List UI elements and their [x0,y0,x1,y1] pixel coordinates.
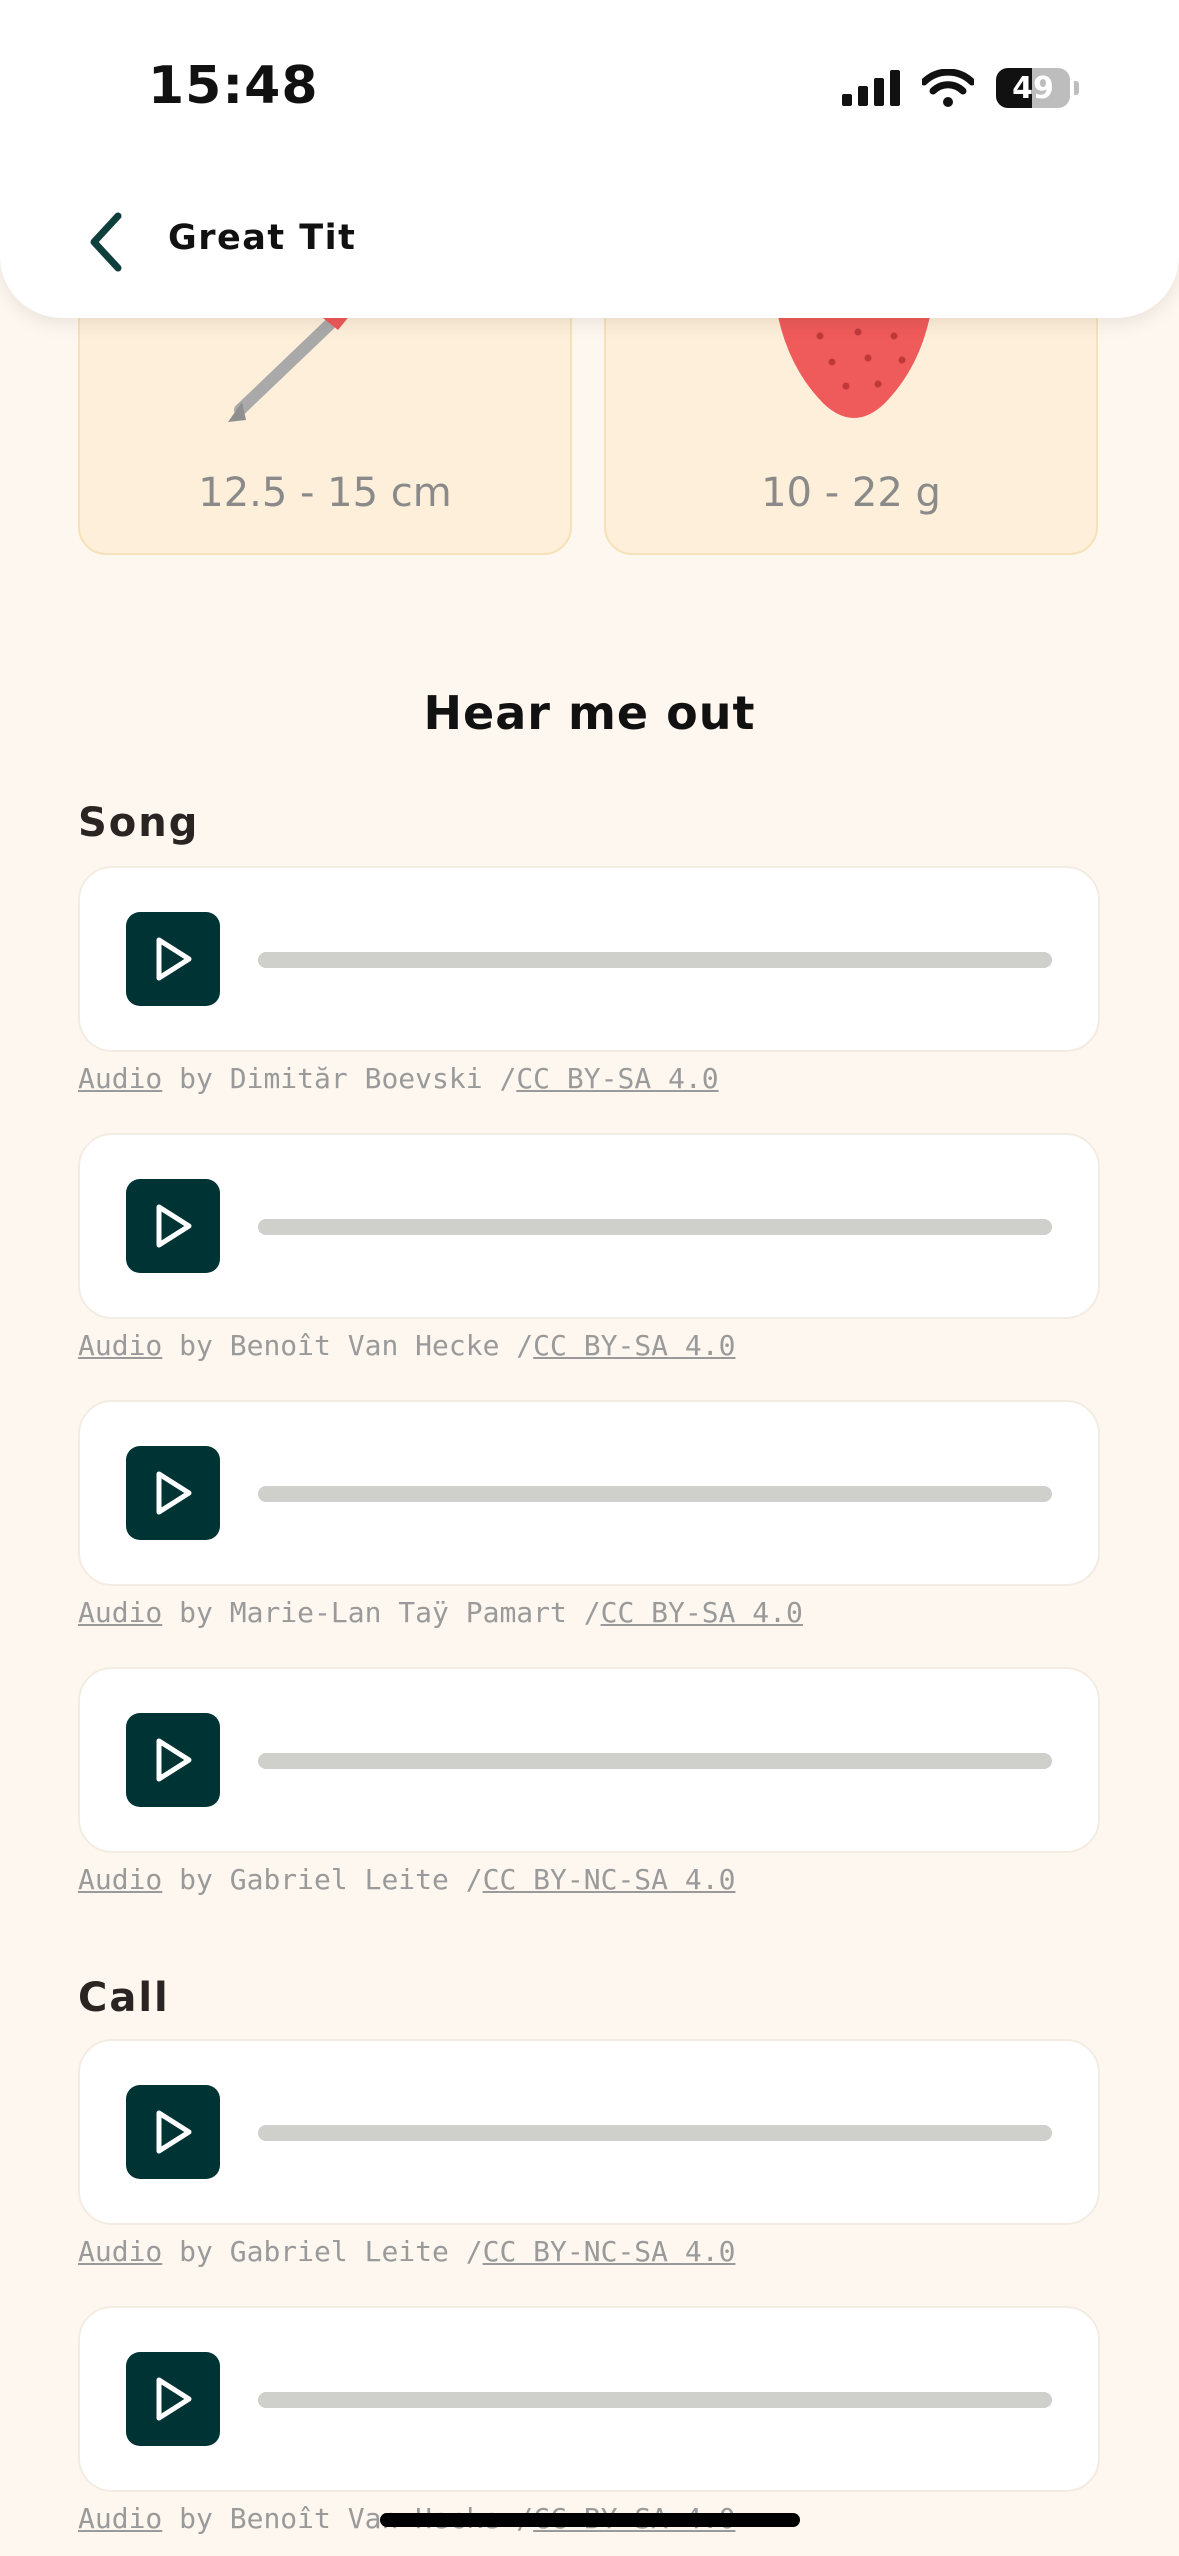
audio-link[interactable]: Audio [78,1329,162,1362]
play-icon [156,937,192,981]
audio-credit: Audio by Benoît Van Hecke /CC BY-SA 4.0 [78,1329,735,1362]
audio-link[interactable]: Audio [78,2235,162,2268]
play-button[interactable] [126,912,220,1006]
audio-link[interactable]: Audio [78,2502,162,2535]
home-indicator[interactable] [380,2513,800,2527]
credit-author: by Gabriel Leite / [162,2235,483,2268]
play-button[interactable] [126,1446,220,1540]
audio-player [78,2306,1100,2492]
audio-player [78,1667,1100,1853]
play-icon [156,1204,192,1248]
weight-card: 10 - 22 g [604,290,1098,555]
license-link[interactable]: CC BY-NC-SA 4.0 [483,2235,736,2268]
progress-track[interactable] [258,952,1052,968]
strawberry-icon [774,292,934,418]
group-title-call: Call [78,1975,170,2021]
play-button[interactable] [126,1713,220,1807]
audio-link[interactable]: Audio [78,1863,162,1896]
license-link[interactable]: CC BY-SA 4.0 [601,1596,803,1629]
audio-player [78,2039,1100,2225]
audio-credit: Audio by Marie-Lan Taÿ Pamart /CC BY-SA … [78,1596,803,1629]
credit-author: by Marie-Lan Taÿ Pamart / [162,1596,601,1629]
status-time: 15:48 [148,56,319,116]
audio-player [78,866,1100,1052]
section-heading: Hear me out [423,686,756,740]
battery-icon: 49 [996,68,1070,108]
progress-track[interactable] [258,2125,1052,2141]
back-button[interactable] [78,210,134,274]
audio-player [78,1400,1100,1586]
audio-link[interactable]: Audio [78,1062,162,1095]
status-icons: 49 [842,62,1079,114]
progress-track[interactable] [258,1219,1052,1235]
license-link[interactable]: CC BY-NC-SA 4.0 [483,1863,736,1896]
progress-track[interactable] [258,1486,1052,1502]
size-card: 12.5 - 15 cm [78,290,572,555]
play-icon [156,2377,192,2421]
wifi-icon [922,69,974,107]
signal-icon [842,70,900,106]
audio-player [78,1133,1100,1319]
group-title-song: Song [78,800,200,846]
play-icon [156,1471,192,1515]
progress-track[interactable] [258,2392,1052,2408]
battery-percent: 49 [1012,70,1054,106]
page-title: Great Tit [168,218,357,258]
license-link[interactable]: CC BY-SA 4.0 [533,1329,735,1362]
weight-value: 10 - 22 g [761,470,941,516]
audio-credit: Audio by Gabriel Leite /CC BY-NC-SA 4.0 [78,1863,735,1896]
credit-author: by Gabriel Leite / [162,1863,483,1896]
progress-track[interactable] [258,1753,1052,1769]
chevron-left-icon [90,212,122,272]
play-button[interactable] [126,2085,220,2179]
play-icon [156,1738,192,1782]
ruler-icon [228,298,356,422]
audio-credit: Audio by Gabriel Leite /CC BY-NC-SA 4.0 [78,2235,735,2268]
credit-author: by Benoît Van Hecke / [162,1329,534,1362]
top-bar: 15:48 49 Great Tit [0,0,1179,318]
play-button[interactable] [126,2352,220,2446]
license-link[interactable]: CC BY-SA 4.0 [516,1062,718,1095]
play-button[interactable] [126,1179,220,1273]
battery-tip [1074,81,1079,95]
size-value: 12.5 - 15 cm [198,470,452,516]
play-icon [156,2110,192,2154]
audio-link[interactable]: Audio [78,1596,162,1629]
audio-credit: Audio by Dimităr Boevski /CC BY-SA 4.0 [78,1062,719,1095]
credit-author: by Dimităr Boevski / [162,1062,517,1095]
